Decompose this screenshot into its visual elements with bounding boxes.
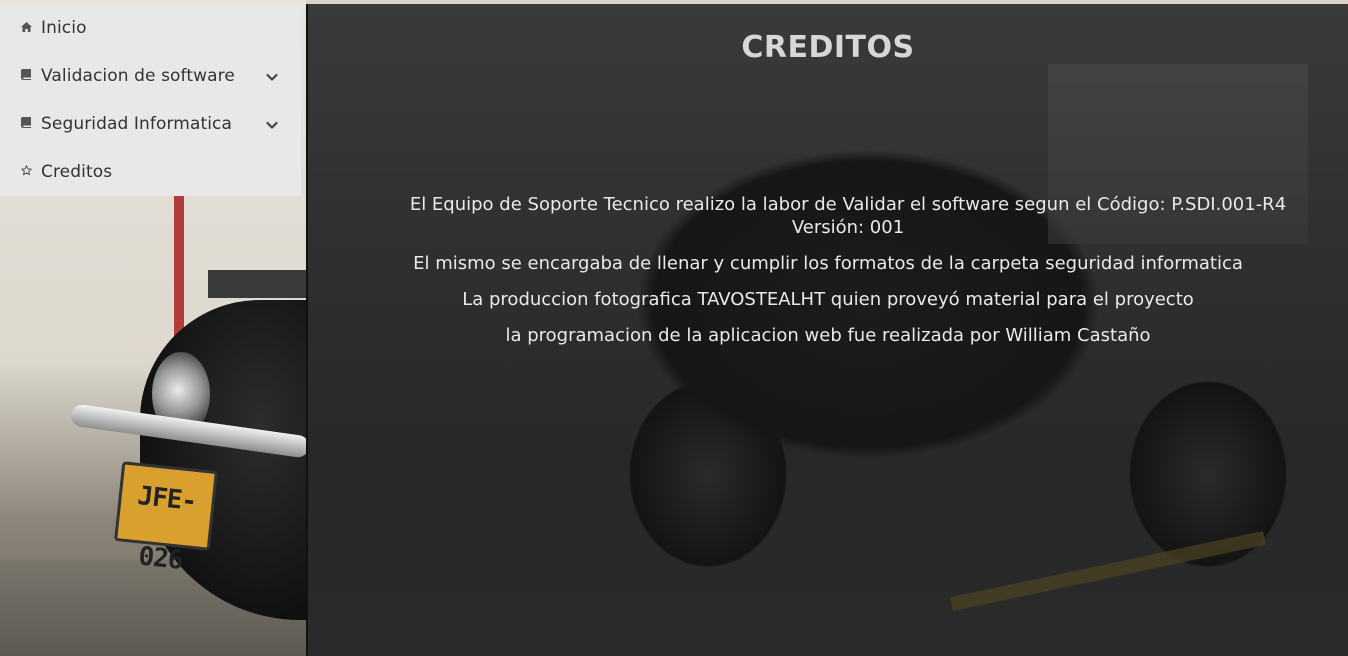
credits-panel: CREDITOS El Equipo de Soporte Tecnico re… [308, 4, 1348, 656]
sidebar-item-creditos[interactable]: Creditos [0, 148, 301, 196]
version-text: Versión: 001 [791, 217, 905, 238]
credits-text: El Equipo de Soporte Tecnico realizo la … [308, 193, 1348, 347]
credit-line: El Equipo de Soporte Tecnico realizo la … [348, 193, 1348, 239]
shelf [208, 270, 306, 298]
credit-line: La produccion fotografica TAVOSTEALHT qu… [462, 289, 1194, 310]
sidebar-menu: Inicio Validacion de software Seguridad … [0, 4, 301, 196]
sidebar-item-label: Validacion de software [41, 66, 235, 86]
sidebar-item-label: Inicio [41, 18, 87, 38]
book-icon [20, 69, 32, 83]
chevron-down-icon[interactable] [265, 69, 279, 83]
star-icon [20, 165, 32, 179]
sidebar-item-inicio[interactable]: Inicio [0, 4, 301, 52]
license-plate: JFE-026 [114, 461, 218, 576]
sidebar-item-validacion-de-software[interactable]: Validacion de software [0, 52, 301, 100]
credit-line: la programacion de la aplicacion web fue… [505, 325, 1151, 346]
chevron-down-icon[interactable] [265, 117, 279, 131]
book-icon [20, 117, 32, 131]
page-title: CREDITOS [741, 30, 915, 65]
sidebar-item-seguridad-informatica[interactable]: Seguridad Informatica [0, 100, 301, 148]
credit-line-text: El Equipo de Soporte Tecnico realizo la … [409, 194, 1287, 215]
sidebar-item-label: Creditos [41, 162, 113, 182]
sidebar-item-label: Seguridad Informatica [41, 114, 233, 134]
credit-line: El mismo se encargaba de llenar y cumpli… [413, 253, 1243, 274]
home-icon [20, 21, 32, 35]
